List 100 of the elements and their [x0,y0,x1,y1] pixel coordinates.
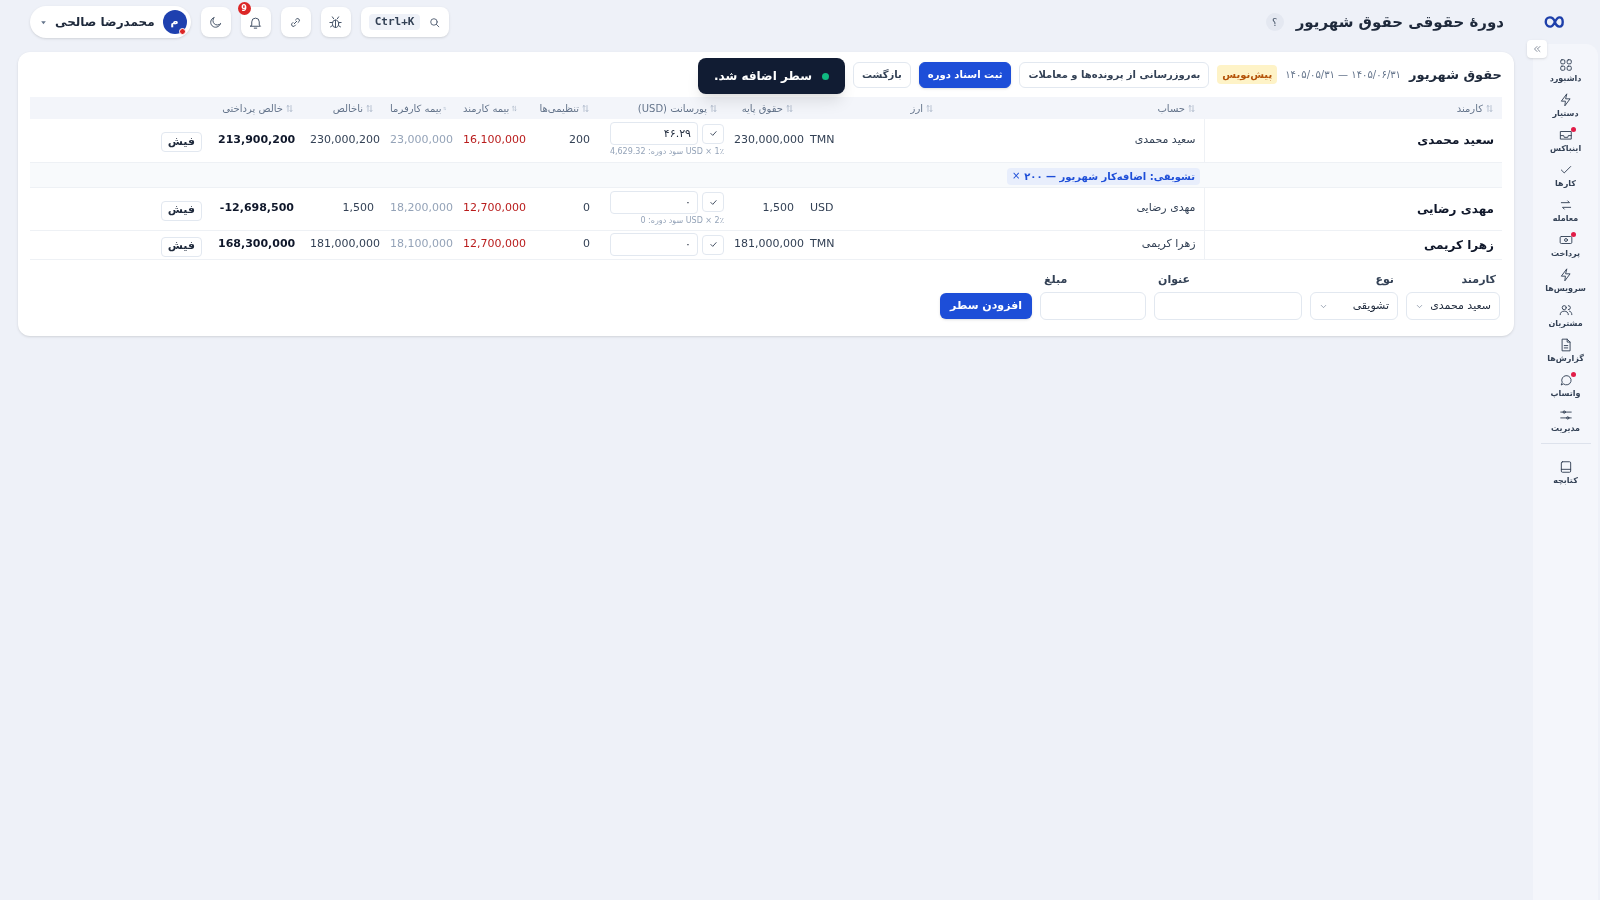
table-cell: 18,200,000 [382,187,455,230]
user-menu[interactable]: محمدرضا صالحی م [30,6,191,38]
table-cell: TMN [802,119,942,162]
link-button[interactable] [280,7,311,37]
sidebar-item[interactable]: پرداخت [1534,233,1597,258]
column-header[interactable]: ارز [910,100,923,116]
avatar: م [162,10,187,34]
table-cell: مهدی رضایی [942,187,1204,230]
add-row-button[interactable]: افزودن سطر [940,293,1032,319]
action-button[interactable]: به‌روزرسانی از پرونده‌ها و معاملات [1019,61,1210,88]
table-cell: 200 [526,119,598,162]
sliders-icon [1558,408,1573,422]
help-button[interactable]: ؟ [1265,13,1284,31]
table-cell: -12,698,500 [210,187,302,230]
commission-note: 2٪ × USD سود دوره: 0 [639,214,724,227]
sidebar-item[interactable]: مدیریت [1534,408,1597,433]
theme-button[interactable] [200,7,231,37]
commission-note: 1٪ × USD سود دوره: 4,629.32 [608,146,724,159]
column-header[interactable]: خالص پرداختی [222,100,283,116]
sidebar-item[interactable]: واتساپ [1534,373,1597,398]
shortcut-key: Ctrl+K [368,13,421,31]
column-header[interactable]: بیمه کارفرما [390,100,442,116]
slip-button[interactable]: فیش [160,132,202,153]
bug-icon [328,14,344,30]
table-cell: 168,300,000 [210,230,302,259]
swap-icon [1558,198,1573,212]
slip-button[interactable]: فیش [160,236,202,257]
table-cell: زهرا کریمی [942,230,1204,259]
commission-field[interactable]: ۴۶.۲۹ [610,122,698,146]
confirm-button[interactable] [702,192,724,212]
sort-icon [285,103,294,113]
sidebar-item[interactable]: معامله [1534,198,1597,223]
search-icon [428,15,442,29]
card-title: حقوق شهریور [1409,65,1502,84]
banknote-icon [1558,233,1573,247]
column-header[interactable]: تنظیمی‌ها [539,100,579,116]
field-label: کارمند [1460,271,1497,288]
debug-button[interactable] [320,7,351,37]
sidebar-item[interactable]: دستیار [1534,93,1597,118]
status-badge: پیش‌نویس [1217,65,1278,84]
table-cell: TMN [802,230,942,259]
table-cell: 181,000,000 [302,230,382,259]
column-header[interactable]: ناخالص [332,100,363,116]
sidebar-item[interactable]: مشتریان [1534,303,1597,328]
column-header[interactable]: حقوق پایه [741,100,783,116]
table-cell: 23,000,000 [382,119,455,162]
notification-badge: 9 [237,2,251,15]
remove-button[interactable]: × [1011,171,1021,181]
action-button[interactable]: بازگشت [853,61,911,88]
sidebar-item[interactable]: سرویس‌ها [1534,268,1597,293]
toast: سطر اضافه شد. [698,58,845,94]
commission-field[interactable]: ۰ [610,233,698,256]
check-icon [708,240,718,249]
select-field[interactable]: سعید محمدی [1406,292,1500,320]
table-cell: 12,700,000 [455,230,526,259]
sort-icon [511,103,518,113]
column-header[interactable]: کارمند [1456,100,1483,116]
table-cell: 16,100,000 [455,119,526,162]
lightning-icon [1558,93,1573,107]
confirm-button[interactable] [702,234,724,255]
action-button[interactable]: ثبت اسناد دوره [918,61,1012,88]
field-label: نوع [1374,271,1395,288]
sidebar-item[interactable]: داشبورد [1534,58,1597,83]
sort-icon [1485,103,1494,113]
sidebar-item[interactable]: گزارش‌ها [1534,338,1597,363]
sidebar-item[interactable]: کتابچه [1534,460,1597,485]
field-label: مبلغ [1043,271,1069,288]
table-cell: USD [802,187,942,230]
sort-icon [709,103,718,113]
table-cell: 230,000,000 [726,119,802,162]
search-button[interactable]: Ctrl+K [360,7,450,37]
table-cell: 230,000,200 [302,119,382,162]
column-header[interactable]: پورسانت (USD) [637,100,707,116]
table-cell: سعید محمدی [942,119,1204,162]
sort-icon [785,103,794,113]
sidebar-item[interactable]: اینباکس [1534,128,1597,153]
input-field[interactable] [1154,292,1302,320]
column-header[interactable]: حساب [1157,100,1185,116]
table-cell: 1,500 [726,187,802,230]
table-cell: سعید محمدی [1204,119,1502,162]
sort-icon [1187,103,1196,113]
check-icon [708,129,718,139]
commission-field[interactable]: ۰ [610,190,698,214]
slip-button[interactable]: فیش [160,200,202,221]
sidebar-item[interactable]: کارها [1534,163,1597,188]
collapse-button[interactable] [1527,40,1547,58]
lightning-icon [1558,268,1573,282]
column-header[interactable]: بیمه کارمند [463,100,510,116]
grid-icon [1558,58,1573,72]
users-icon [1558,303,1573,317]
input-field[interactable] [1040,292,1146,320]
table-cell: 213,900,200 [210,119,302,162]
inbox-icon [1558,128,1573,142]
select-field[interactable]: تشویقی [1310,292,1398,320]
table-cell: 0 [526,187,598,230]
book-icon [1558,460,1573,474]
sort-icon [365,103,374,113]
bell-icon [248,14,264,30]
confirm-button[interactable] [702,123,724,144]
table-cell: 1,500 [302,187,382,230]
